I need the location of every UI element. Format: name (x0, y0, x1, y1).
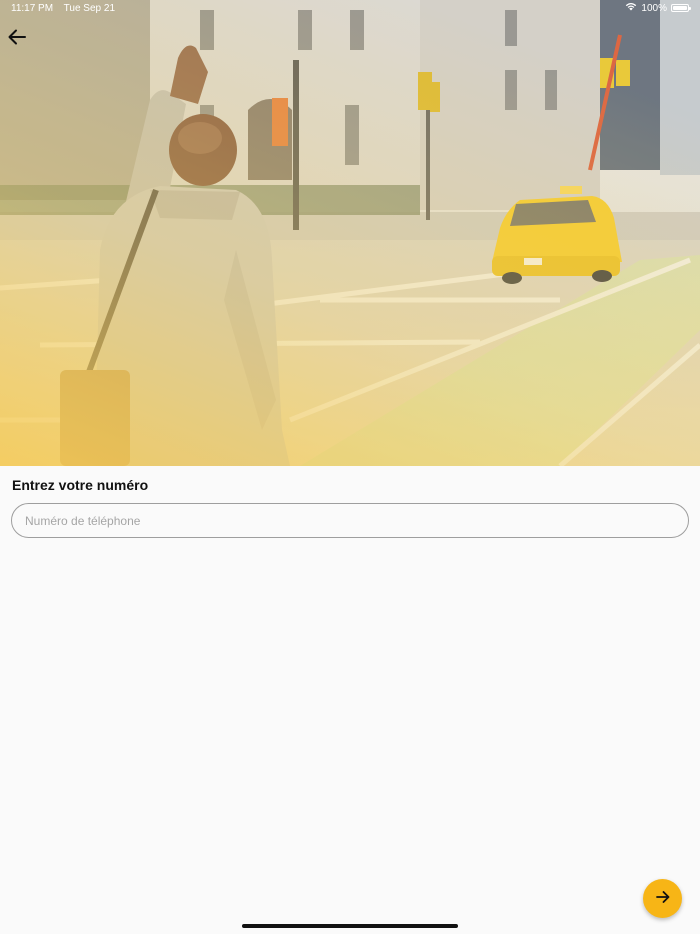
arrow-left-icon (8, 29, 26, 50)
status-left: 11:17 PM Tue Sep 21 (11, 3, 123, 14)
status-right: 100% (625, 2, 691, 14)
page-title: Entrez votre numéro (12, 477, 149, 493)
wifi-icon (625, 2, 637, 14)
street-scene-illustration (0, 0, 700, 466)
home-indicator (242, 924, 458, 928)
hero-image (0, 0, 700, 466)
phone-number-input[interactable] (11, 503, 689, 538)
battery-icon (671, 4, 691, 12)
arrow-right-icon (655, 891, 670, 906)
battery-label: 100% (641, 2, 667, 14)
status-date: Tue Sep 21 (63, 2, 116, 14)
next-button[interactable] (643, 879, 682, 918)
back-button[interactable] (4, 26, 30, 52)
status-bar: 11:17 PM Tue Sep 21 100% (0, 0, 700, 16)
status-time: 11:17 PM (11, 2, 54, 14)
screen: 11:17 PM Tue Sep 21 100% Entrez votre nu… (0, 0, 700, 934)
